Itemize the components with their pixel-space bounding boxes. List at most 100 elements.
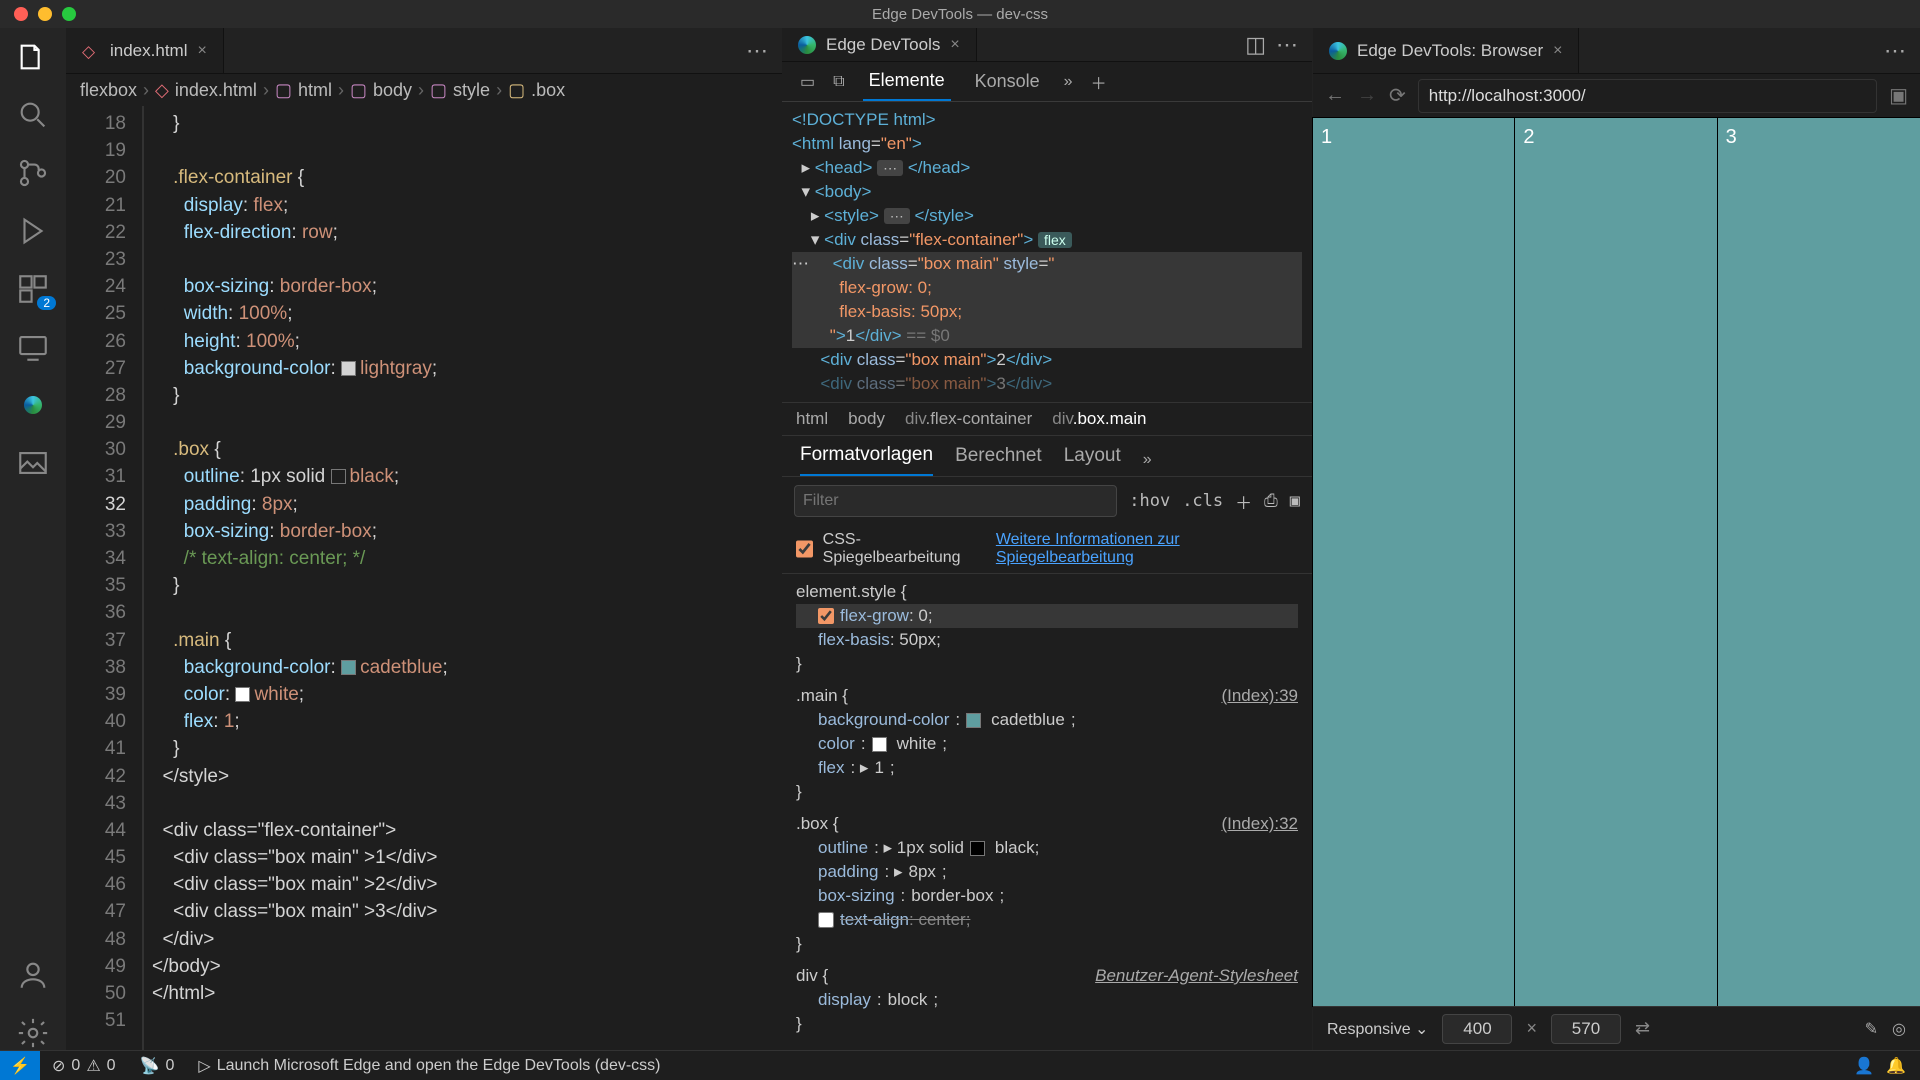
more-tabs-icon[interactable]: » (1064, 73, 1073, 91)
crumb[interactable]: html (298, 80, 332, 101)
print-icon[interactable]: ⎙ (1264, 491, 1278, 511)
width-input[interactable] (1442, 1014, 1512, 1044)
mirror-label: CSS-Spiegelbearbeitung (823, 531, 986, 567)
tab-edge-devtools[interactable]: Edge DevTools × (782, 28, 977, 61)
edge-logo-icon (1329, 42, 1347, 60)
errors-count[interactable]: ⊘ 0 ⚠ 0 (40, 1056, 128, 1076)
decl-value[interactable]: 50px (899, 630, 936, 649)
mirror-link[interactable]: Weitere Informationen zur Spiegelbearbei… (996, 531, 1298, 567)
search-icon[interactable] (16, 98, 50, 132)
port-status[interactable]: 📡 0 (128, 1056, 187, 1076)
rule-source[interactable]: (Index):32 (1221, 812, 1298, 836)
tab-console[interactable]: Konsole (969, 63, 1046, 100)
crumb[interactable]: body (373, 80, 412, 101)
inspect-icon[interactable]: ▭ (800, 72, 815, 92)
close-tab-icon[interactable]: × (1553, 42, 1562, 60)
remote-status-icon[interactable]: ⚡ (0, 1051, 40, 1080)
crumb[interactable]: .box (531, 80, 565, 101)
crumb[interactable]: div.box.main (1052, 409, 1146, 429)
account-icon[interactable] (16, 958, 50, 992)
new-rule-icon[interactable]: ＋ (1235, 489, 1252, 514)
edge-icon[interactable] (16, 388, 50, 422)
hov-toggle[interactable]: :hov (1129, 491, 1170, 511)
minimize-window[interactable] (38, 7, 52, 21)
explorer-icon[interactable] (16, 40, 50, 74)
source-control-icon[interactable] (16, 156, 50, 190)
tab-label: Edge DevTools: Browser (1357, 41, 1543, 61)
decl-value[interactable]: center (918, 910, 965, 929)
styles-rules[interactable]: element.style { flex-grow: 0; flex-basis… (782, 574, 1312, 1050)
screencast-icon[interactable]: ▣ (1889, 83, 1908, 108)
dom-selected[interactable]: ⋯ <div class="box main" style=" (792, 252, 1302, 276)
dom-node: <!DOCTYPE html> (792, 110, 936, 129)
close-tab-icon[interactable]: × (197, 42, 206, 60)
resp-label: Responsive (1327, 1021, 1411, 1038)
decl-value[interactable]: cadetblue (991, 708, 1065, 732)
bell-icon[interactable]: 🔔 (1886, 1056, 1906, 1076)
height-input[interactable] (1551, 1014, 1621, 1044)
crumb[interactable]: style (453, 80, 490, 101)
dom-style: flex-grow: 0; (839, 278, 932, 297)
decl-toggle[interactable] (818, 608, 834, 624)
crumb[interactable]: div.flex-container (905, 409, 1032, 429)
dom-breadcrumbs[interactable]: html body div.flex-container div.box.mai… (782, 402, 1312, 436)
decl-value[interactable]: border-box (911, 884, 993, 908)
decl-value[interactable]: 0 (918, 606, 927, 625)
count: 0 (107, 1057, 116, 1075)
launch-edge-button[interactable]: ▷ Launch Microsoft Edge and open the Edg… (186, 1056, 672, 1076)
image-icon[interactable] (16, 446, 50, 480)
tab-index-html[interactable]: ◇ index.html × (66, 28, 224, 73)
crumb[interactable]: index.html (175, 80, 257, 101)
decl-toggle[interactable] (818, 912, 834, 928)
computed-icon[interactable]: ▣ (1290, 491, 1300, 511)
rule-source[interactable]: (Index):39 (1221, 684, 1298, 708)
decl-value[interactable]: 1 (874, 756, 883, 780)
split-editor-icon[interactable]: ◫ (1245, 32, 1266, 58)
zoom-window[interactable] (62, 7, 76, 21)
decl-value[interactable]: 8px (909, 860, 936, 884)
more-actions-icon[interactable]: ⋯ (1884, 38, 1906, 64)
responsive-dropdown[interactable]: Responsive ⌄ (1327, 1019, 1428, 1039)
more-actions-icon[interactable]: ⋯ (746, 38, 768, 64)
flex-pill[interactable]: flex (1038, 232, 1072, 248)
tab-computed[interactable]: Berechnet (955, 445, 1042, 475)
device-icon[interactable]: ⧉ (833, 73, 844, 91)
more-actions-icon[interactable]: ⋯ (1276, 32, 1298, 58)
tab-layout[interactable]: Layout (1064, 445, 1121, 475)
more-tabs-icon[interactable]: » (1143, 451, 1152, 469)
back-icon[interactable]: ← (1325, 84, 1345, 107)
breadcrumbs[interactable]: flexbox› ◇index.html› ▢html› ▢body› ▢sty… (66, 74, 782, 106)
cls-toggle[interactable]: .cls (1182, 491, 1223, 511)
styles-filter-input[interactable] (794, 485, 1117, 517)
remote-icon[interactable] (16, 330, 50, 364)
decl-value[interactable]: white (897, 732, 937, 756)
edit-icon[interactable]: ✎ (1865, 1019, 1878, 1039)
tab-format[interactable]: Formatvorlagen (800, 444, 933, 476)
run-debug-icon[interactable] (16, 214, 50, 248)
close-window[interactable] (14, 7, 28, 21)
status-bar: ⚡ ⊘ 0 ⚠ 0 📡 0 ▷ Launch Microsoft Edge an… (0, 1050, 1920, 1080)
crumb[interactable]: body (848, 409, 885, 429)
crumb[interactable]: html (796, 409, 828, 429)
preview-box: 3 (1718, 118, 1920, 1006)
url-input[interactable] (1418, 79, 1877, 113)
target-icon[interactable]: ◎ (1892, 1019, 1906, 1039)
close-tab-icon[interactable]: × (950, 36, 959, 54)
reload-icon[interactable]: ⟳ (1389, 83, 1406, 108)
crumb[interactable]: flexbox (80, 80, 137, 101)
tab-browser[interactable]: Edge DevTools: Browser × (1313, 28, 1579, 73)
add-tab-icon[interactable]: ＋ (1091, 70, 1107, 94)
gear-icon[interactable] (16, 1016, 50, 1050)
copilot-icon[interactable]: 👤 (1854, 1056, 1874, 1076)
forward-icon[interactable]: → (1357, 84, 1377, 107)
extensions-icon[interactable]: 2 (16, 272, 50, 306)
dom-tree[interactable]: <!DOCTYPE html> <html lang="en"> ▸ <head… (782, 102, 1312, 402)
count: 0 (165, 1057, 174, 1075)
code-editor[interactable]: 1819202122232425262728293031323334353637… (66, 106, 782, 1050)
mirror-checkbox[interactable] (796, 540, 813, 558)
tab-elements[interactable]: Elemente (863, 62, 951, 101)
html-file-icon: ◇ (82, 42, 100, 60)
rotate-icon[interactable]: ⇄ (1635, 1018, 1650, 1039)
window-title: Edge DevTools — dev-css (872, 6, 1048, 23)
browser-preview: 1 2 3 (1313, 118, 1920, 1006)
